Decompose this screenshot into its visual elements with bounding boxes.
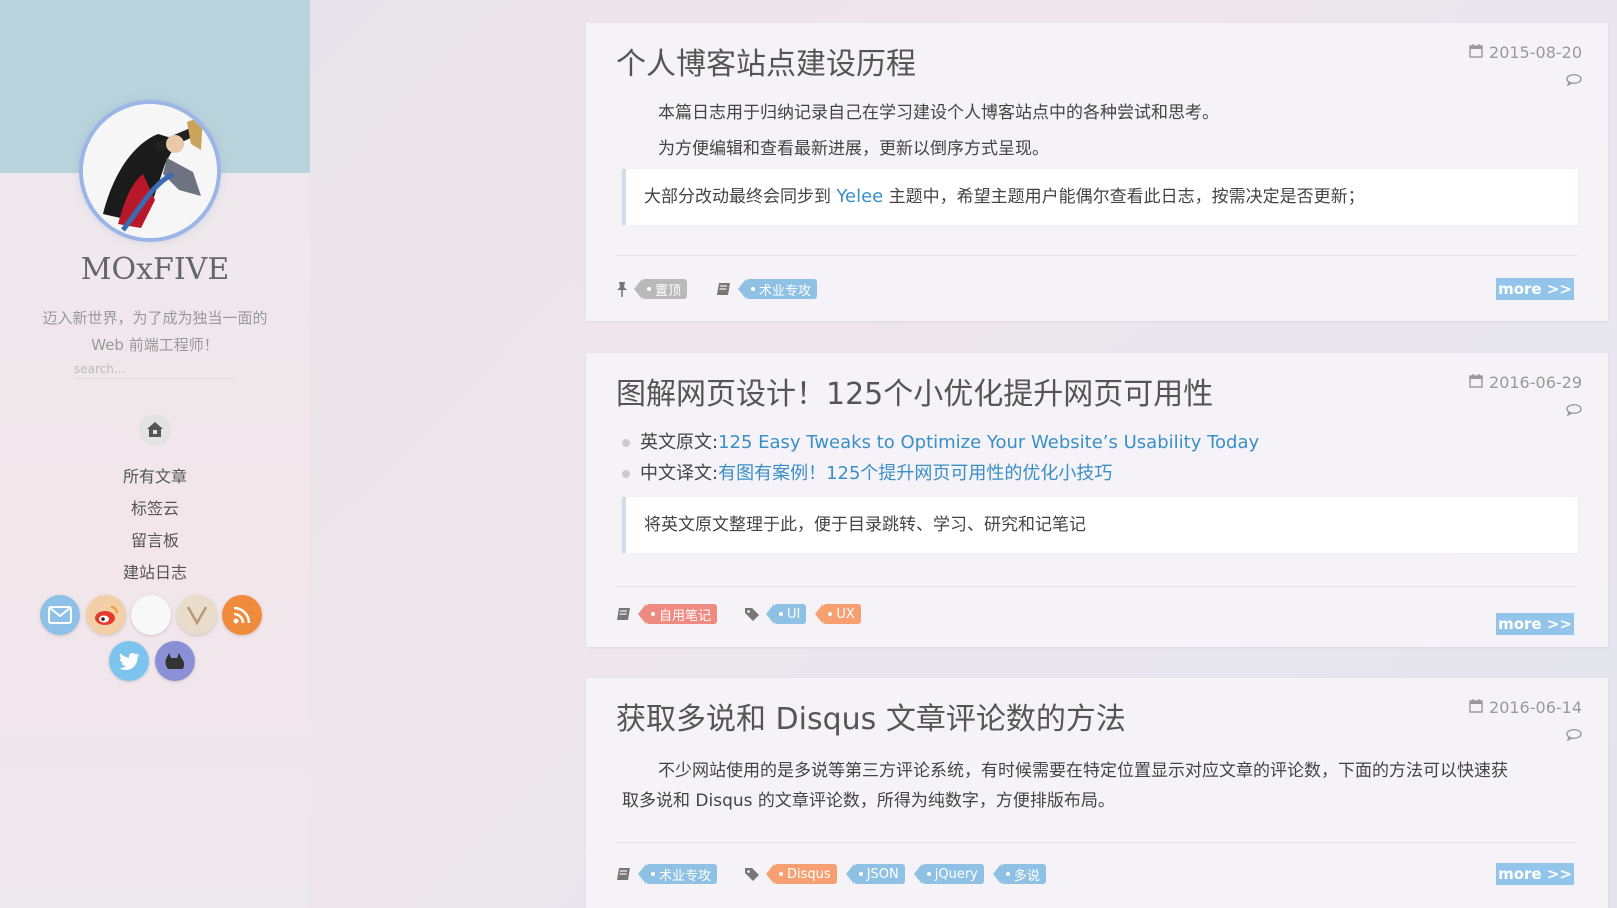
tag-label: JSON — [866, 866, 899, 882]
avatar-image — [83, 104, 217, 238]
item-label: 中文译文: — [640, 463, 719, 484]
source-list: 英文原文: 125 Easy Tweaks to Optimize Your W… — [622, 427, 1259, 489]
tag-label: jQuery — [934, 866, 978, 882]
book-icon — [616, 867, 632, 881]
tag-ux[interactable]: UX — [815, 604, 861, 624]
tag-icon — [744, 607, 760, 621]
nav-item-guestbook[interactable]: 留言板 — [0, 525, 310, 557]
post-date-text: 2016-06-29 — [1489, 373, 1582, 392]
calendar-icon — [1469, 44, 1483, 58]
cat-button[interactable] — [155, 641, 195, 681]
post-excerpt: 为方便编辑和查看最新进展，更新以倒序方式呈现。 — [658, 139, 1049, 159]
list-item: 英文原文: 125 Easy Tweaks to Optimize Your W… — [622, 427, 1259, 458]
comment-icon[interactable] — [1566, 726, 1582, 745]
nav-item-tag-cloud[interactable]: 标签云 — [0, 493, 310, 525]
comment-icon[interactable] — [1566, 71, 1582, 90]
v2ex-button[interactable] — [177, 595, 217, 635]
tag-label: 自用笔记 — [659, 608, 712, 624]
quote-text: 主题中，希望主题用户能偶尔查看此日志，按需决定是否更新； — [883, 187, 1365, 207]
book-icon — [716, 282, 732, 296]
post-title[interactable]: 图解网页设计！125个小优化提升网页可用性 — [616, 369, 1213, 413]
motto-line: 迈入新世界，为了成为独当一面的 — [42, 309, 268, 327]
tag-label: 术业专攻 — [659, 868, 712, 884]
divider — [616, 842, 1578, 843]
tag-label: 多说 — [1013, 868, 1040, 884]
home-icon — [147, 422, 163, 437]
post-meta-tags: 术业专攻 Disqus JSON jQuery 多说 — [616, 863, 1055, 885]
post-meta-tags: 自用笔记 UI UX — [616, 603, 870, 625]
quote-text: 大部分改动最终会同步到 — [644, 187, 837, 207]
post-card: 个人博客站点建设历程 2015-08-20 本篇日志用于归纳记录自己在学习建设个… — [586, 23, 1608, 321]
post-excerpt: 本篇日志用于归纳记录自己在学习建设个人博客站点中的各种尝试和思考。 — [658, 103, 1219, 123]
category-tag[interactable]: 术业专攻 — [738, 279, 818, 299]
rss-button[interactable] — [222, 595, 262, 635]
v2ex-icon — [186, 606, 208, 625]
sidebar: MOxFIVE 迈入新世界，为了成为独当一面的 Web 前端工程师！ 所有文章 … — [0, 0, 310, 908]
tag-ui[interactable]: UI — [765, 604, 807, 624]
post-blockquote: 将英文原文整理于此，便于目录跳转、学习、研究和记笔记 — [622, 497, 1578, 553]
cat-icon — [165, 653, 185, 669]
more-button[interactable]: more >> — [1496, 613, 1574, 635]
post-blockquote: 大部分改动最终会同步到 Yelee 主题中，希望主题用户能偶尔查看此日志，按需决… — [622, 169, 1578, 225]
email-icon — [48, 606, 72, 624]
tag-label: 术业专攻 — [759, 283, 812, 299]
excerpt-line: 取多说和 Disqus 的文章评论数，所得为纯数字，方便排版布局。 — [622, 791, 1115, 811]
tag-icon — [744, 867, 760, 881]
chinese-translation-link[interactable]: 有图有案例！125个提升网页可用性的优化小技巧 — [718, 458, 1112, 489]
post-title[interactable]: 个人博客站点建设历程 — [616, 39, 916, 83]
more-button[interactable]: more >> — [1496, 278, 1574, 300]
twitter-button[interactable] — [109, 641, 149, 681]
post-date: 2016-06-14 — [1469, 698, 1582, 717]
nav-item-site-log[interactable]: 建站日志 — [0, 557, 310, 589]
post-excerpt: 不少网站使用的是多说等第三方评论系统，有时候需要在特定位置显示对应文章的评论数，… — [622, 756, 1574, 816]
divider — [616, 586, 1578, 587]
divider — [616, 255, 1578, 256]
weibo-icon — [95, 606, 118, 625]
more-button[interactable]: more >> — [1496, 863, 1574, 885]
nav-item-all-posts[interactable]: 所有文章 — [0, 461, 310, 493]
post-date: 2015-08-20 — [1469, 43, 1582, 62]
yelee-link[interactable]: Yelee — [836, 186, 883, 207]
tag-jquery[interactable]: jQuery — [913, 864, 984, 884]
excerpt-line: 不少网站使用的是多说等第三方评论系统，有时候需要在特定位置显示对应文章的评论数，… — [658, 761, 1508, 781]
category-tag[interactable]: 术业专攻 — [637, 864, 718, 884]
tag-label: UX — [836, 606, 855, 622]
avatar[interactable] — [83, 104, 217, 238]
tag-json[interactable]: JSON — [845, 864, 905, 884]
book-icon — [616, 607, 632, 621]
item-label: 英文原文: — [640, 432, 719, 453]
github-button[interactable] — [131, 595, 171, 635]
weibo-button[interactable] — [86, 595, 126, 635]
list-item: 中文译文: 有图有案例！125个提升网页可用性的优化小技巧 — [622, 458, 1259, 489]
email-button[interactable] — [40, 595, 80, 635]
site-motto: 迈入新世界，为了成为独当一面的 Web 前端工程师！ — [30, 305, 280, 359]
post-date-text: 2016-06-14 — [1489, 698, 1582, 717]
category-tag[interactable]: 自用笔记 — [637, 604, 718, 624]
tag-duoshuo[interactable]: 多说 — [992, 864, 1046, 884]
search-input[interactable] — [74, 360, 234, 379]
english-source-link[interactable]: 125 Easy Tweaks to Optimize Your Website… — [718, 427, 1259, 458]
motto-line: Web 前端工程师！ — [91, 336, 219, 354]
post-card: 获取多说和 Disqus 文章评论数的方法 2016-06-14 不少网站使用的… — [586, 678, 1608, 908]
comment-icon[interactable] — [1566, 401, 1582, 420]
sidebar-nav: 所有文章 标签云 留言板 建站日志 — [0, 461, 310, 589]
site-name[interactable]: MOxFIVE — [0, 252, 310, 287]
post-title[interactable]: 获取多说和 Disqus 文章评论数的方法 — [616, 694, 1126, 738]
post-date-text: 2015-08-20 — [1489, 43, 1582, 62]
twitter-icon — [119, 653, 139, 670]
rss-icon — [233, 606, 251, 624]
post-card: 图解网页设计！125个小优化提升网页可用性 2016-06-29 英文原文: 1… — [586, 353, 1608, 647]
pin-icon — [616, 281, 628, 297]
tag-sticky[interactable]: 置顶 — [633, 279, 688, 299]
post-date: 2016-06-29 — [1469, 373, 1582, 392]
post-meta-tags: 置顶 术业专攻 — [616, 278, 826, 300]
tag-label: 置顶 — [655, 283, 682, 299]
calendar-icon — [1469, 374, 1483, 388]
tag-disqus[interactable]: Disqus — [766, 864, 837, 884]
tag-label: UI — [787, 606, 801, 622]
tag-label: Disqus — [787, 866, 831, 882]
calendar-icon — [1469, 699, 1483, 713]
home-button[interactable] — [139, 414, 171, 446]
